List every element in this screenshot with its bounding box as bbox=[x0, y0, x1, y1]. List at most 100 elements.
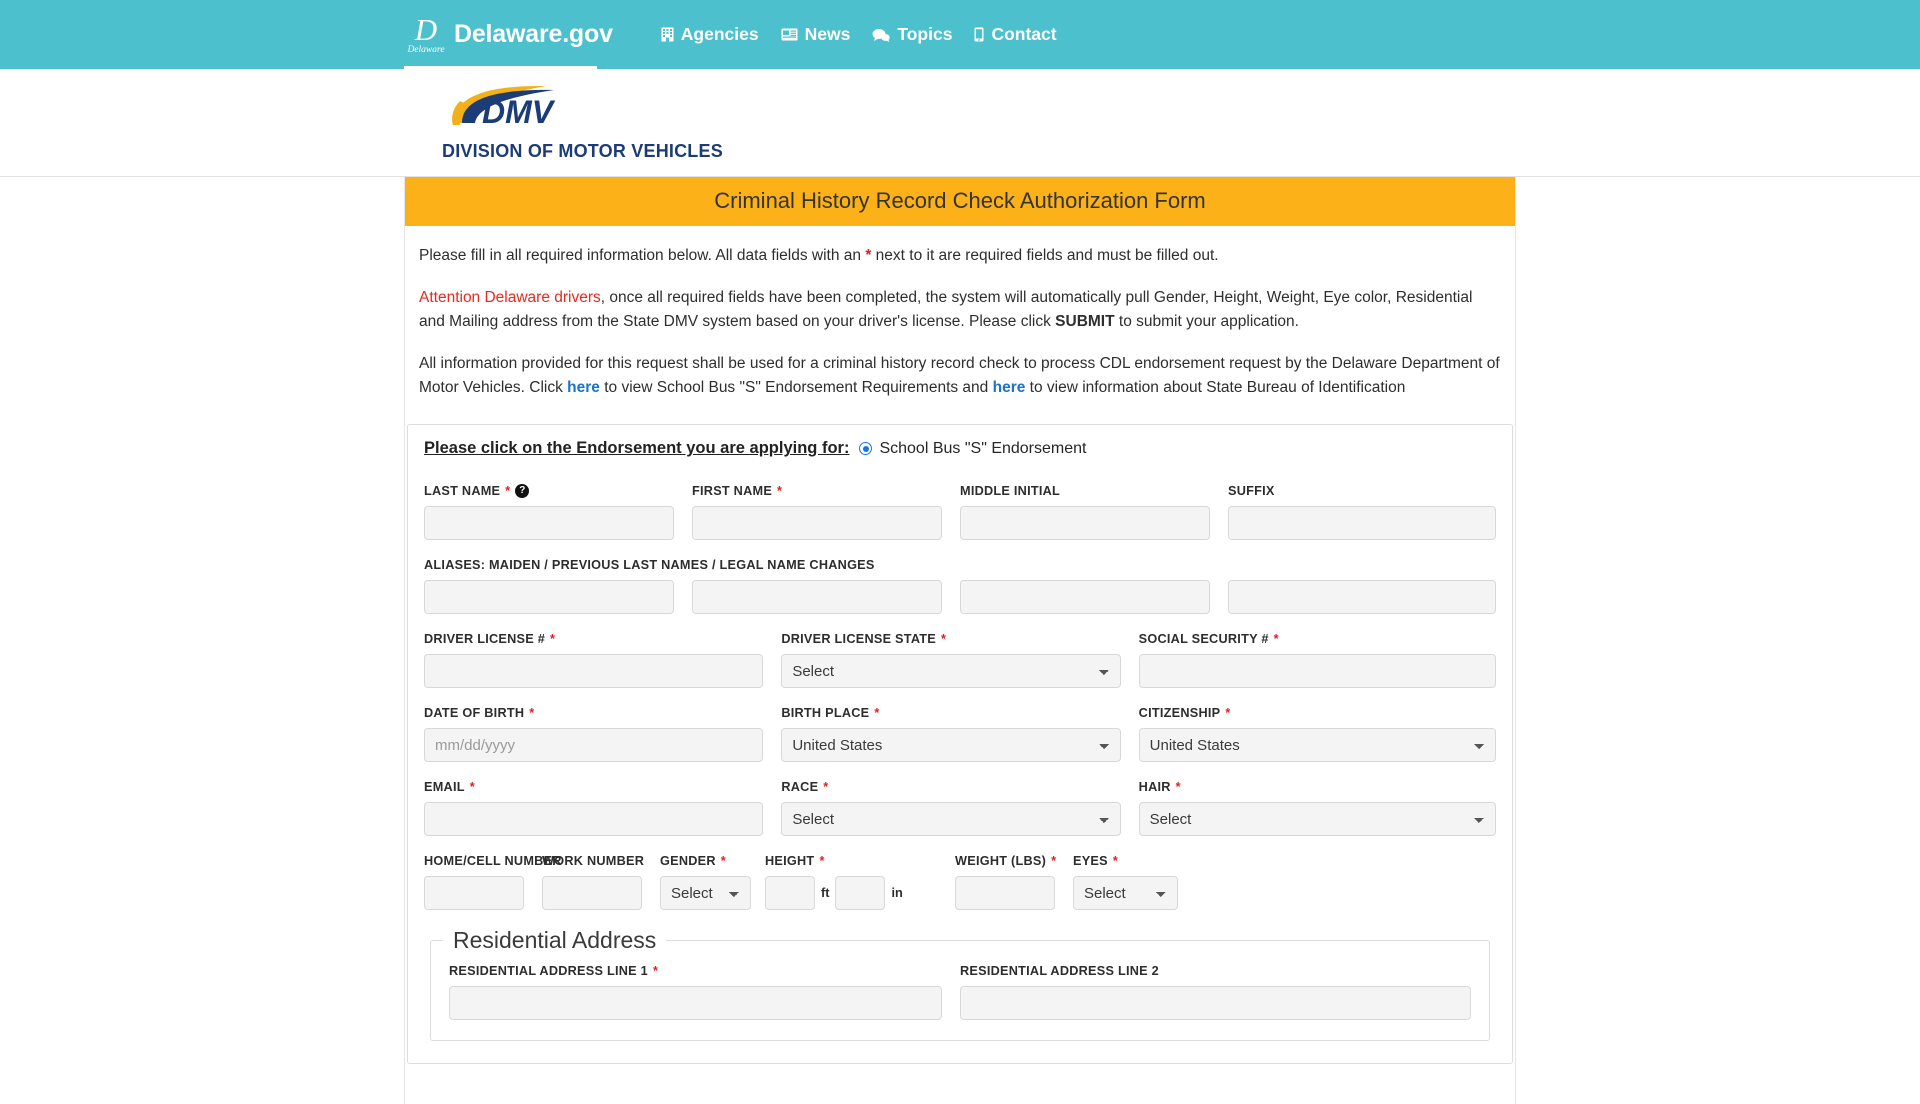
residential-address-legend: Residential Address bbox=[443, 927, 667, 955]
label-residential-line-1: RESIDENTIAL ADDRESS LINE 1 * bbox=[449, 964, 942, 978]
label-race: RACE * bbox=[781, 780, 1120, 794]
building-icon bbox=[661, 27, 674, 42]
weight-input[interactable] bbox=[955, 876, 1055, 911]
field-group-alias-3 bbox=[960, 580, 1228, 615]
label-text-first-name: FIRST NAME bbox=[692, 484, 773, 499]
nav-item-topics[interactable]: Topics bbox=[872, 24, 952, 45]
driver-license-input[interactable] bbox=[424, 654, 764, 689]
last-name-input[interactable] bbox=[424, 506, 674, 541]
nav-label-topics: Topics bbox=[897, 24, 953, 44]
endorsement-prompt-label: Please click on the Endorsement you are … bbox=[424, 439, 850, 458]
alias-2-input[interactable] bbox=[692, 580, 942, 615]
eyes-select[interactable]: Select bbox=[1073, 876, 1178, 911]
label-aliases: ALIASES: MAIDEN / PREVIOUS LAST NAMES / … bbox=[424, 558, 875, 573]
form-title-banner: Criminal History Record Check Authorizat… bbox=[405, 177, 1515, 226]
required-star: * bbox=[469, 780, 475, 795]
nav-item-agencies[interactable]: Agencies bbox=[661, 24, 759, 45]
topbar-nav: Agencies News Topics Contact bbox=[661, 24, 1057, 45]
first-name-input[interactable] bbox=[692, 506, 942, 541]
label-text-height: HEIGHT bbox=[765, 854, 815, 869]
label-text-hair: HAIR bbox=[1138, 780, 1171, 795]
label-text-driver-license-state: DRIVER LICENSE STATE bbox=[781, 632, 937, 647]
delaware-gov-home-link[interactable]: D Delaware Delaware.gov bbox=[406, 11, 635, 59]
field-group-alias-4 bbox=[1228, 580, 1496, 615]
nav-label-agencies: Agencies bbox=[680, 24, 759, 44]
nav-item-contact[interactable]: Contact bbox=[974, 24, 1057, 45]
date-of-birth-input[interactable] bbox=[424, 728, 764, 763]
middle-initial-input[interactable] bbox=[960, 506, 1210, 541]
aliases-fields-row bbox=[424, 580, 1496, 615]
label-text-race: RACE bbox=[781, 780, 819, 795]
field-group-alias-1 bbox=[424, 580, 692, 615]
field-group-work-number: WORK NUMBER bbox=[542, 854, 660, 911]
birth-place-select[interactable]: United States bbox=[781, 728, 1121, 763]
intro-paragraph-3: All information provided for this reques… bbox=[419, 352, 1501, 400]
required-star: * bbox=[819, 854, 825, 869]
label-text-social-security: SOCIAL SECURITY # bbox=[1138, 632, 1269, 647]
required-star: * bbox=[941, 632, 947, 647]
required-star: * bbox=[652, 964, 659, 979]
intro-text-block: Please fill in all required information … bbox=[405, 244, 1515, 400]
label-work-number: WORK NUMBER bbox=[542, 854, 644, 868]
required-star: * bbox=[1175, 780, 1181, 795]
page-content: Criminal History Record Check Authorizat… bbox=[404, 177, 1516, 1104]
alias-4-input[interactable] bbox=[1228, 580, 1496, 615]
label-last-name: LAST NAME * ? bbox=[424, 484, 674, 499]
intro-p1-part-a: Please fill in all required information … bbox=[419, 247, 866, 264]
field-group-home-cell-number: HOME/CELL NUMBER bbox=[424, 854, 561, 911]
sbi-information-link[interactable]: here bbox=[993, 379, 1026, 396]
driver-license-state-select[interactable]: Select bbox=[781, 654, 1121, 689]
residential-address-section: Residential Address RESIDENTIAL ADDRESS … bbox=[430, 927, 1490, 1042]
application-form: Please click on the Endorsement you are … bbox=[407, 424, 1513, 1065]
radio-school-bus-s-endorsement[interactable]: School Bus "S" Endorsement bbox=[859, 440, 1086, 458]
email-input[interactable] bbox=[424, 802, 764, 837]
nav-item-news[interactable]: News bbox=[781, 24, 850, 45]
required-star: * bbox=[874, 706, 880, 721]
school-bus-requirements-link[interactable]: here bbox=[567, 379, 600, 396]
label-text-suffix: SUFFIX bbox=[1228, 484, 1275, 499]
race-select[interactable]: Select bbox=[781, 802, 1121, 837]
physical-details-row: HOME/CELL NUMBER WORK NUMBER GENDER * Se… bbox=[424, 854, 1496, 911]
residential-address-row: RESIDENTIAL ADDRESS LINE 1 * RESIDENTIAL… bbox=[449, 964, 1471, 1021]
hair-select[interactable]: Select bbox=[1138, 802, 1496, 837]
attention-delaware-drivers: Attention Delaware drivers bbox=[419, 289, 601, 307]
residential-line-1-input[interactable] bbox=[449, 986, 942, 1021]
delaware-state-seal-icon: D Delaware bbox=[406, 11, 446, 59]
help-icon[interactable]: ? bbox=[515, 484, 530, 499]
label-eyes: EYES * bbox=[1073, 854, 1178, 868]
field-group-driver-license-state: DRIVER LICENSE STATE * Select bbox=[781, 632, 1138, 689]
social-security-input[interactable] bbox=[1138, 654, 1496, 689]
height-inches-input[interactable] bbox=[835, 876, 886, 911]
label-text-gender: GENDER bbox=[660, 854, 716, 869]
gender-select[interactable]: Select bbox=[660, 876, 751, 911]
field-group-driver-license: DRIVER LICENSE # * bbox=[424, 632, 781, 689]
label-text-email: EMAIL bbox=[424, 780, 465, 795]
radio-indicator[interactable] bbox=[859, 442, 873, 456]
label-gender: GENDER * bbox=[660, 854, 751, 868]
field-group-birth-place: BIRTH PLACE * United States bbox=[781, 706, 1138, 763]
label-text-middle-initial: MIDDLE INITIAL bbox=[960, 484, 1061, 499]
required-star: * bbox=[777, 484, 783, 499]
site-brand-title: Delaware.gov bbox=[454, 20, 613, 48]
suffix-input[interactable] bbox=[1228, 506, 1496, 541]
dmv-logo[interactable]: DMV bbox=[442, 79, 592, 135]
label-height: HEIGHT * bbox=[765, 854, 941, 868]
home-cell-number-input[interactable] bbox=[424, 876, 524, 911]
field-group-alias-2 bbox=[692, 580, 960, 615]
endorsement-selector-row: Please click on the Endorsement you are … bbox=[424, 439, 1496, 458]
alias-3-input[interactable] bbox=[960, 580, 1210, 615]
height-feet-input[interactable] bbox=[765, 876, 815, 911]
field-group-first-name: FIRST NAME * bbox=[692, 484, 960, 541]
label-text-birth-place: BIRTH PLACE bbox=[781, 706, 870, 721]
citizenship-select[interactable]: United States bbox=[1138, 728, 1496, 763]
alias-1-input[interactable] bbox=[424, 580, 674, 615]
height-unit-inches: in bbox=[891, 886, 903, 901]
field-group-weight: WEIGHT (LBS) * bbox=[955, 854, 1073, 911]
field-group-suffix: SUFFIX bbox=[1228, 484, 1496, 541]
delaware-gov-topbar: D Delaware Delaware.gov Agencies News To… bbox=[0, 0, 1920, 69]
required-star: * bbox=[823, 780, 829, 795]
residential-line-2-input[interactable] bbox=[960, 986, 1471, 1021]
work-number-input[interactable] bbox=[542, 876, 642, 911]
seal-letter: D bbox=[414, 11, 438, 47]
label-email: EMAIL * bbox=[424, 780, 763, 794]
